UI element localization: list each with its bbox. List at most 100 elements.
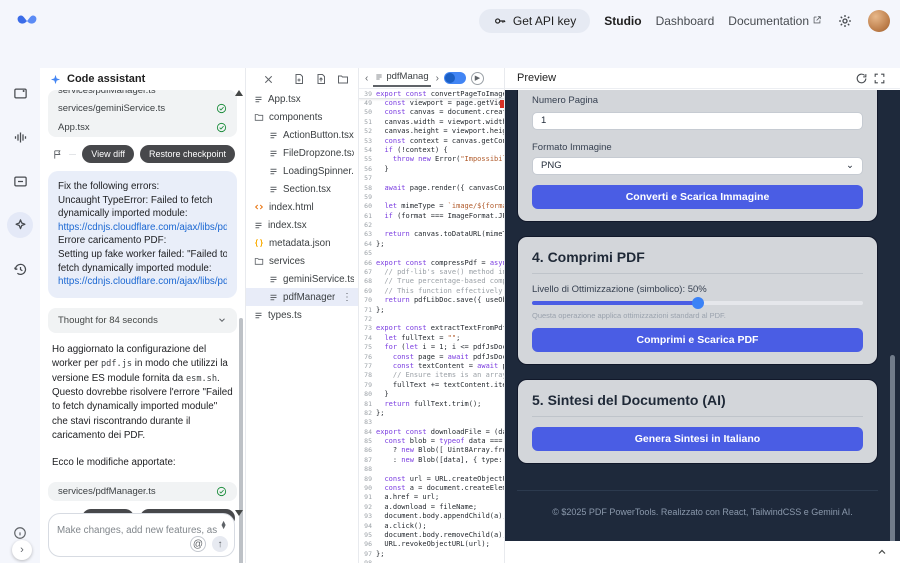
rail-history-icon[interactable]	[7, 256, 33, 282]
edited-file-row[interactable]: services/geminiService.ts	[48, 99, 237, 118]
add-file-icon[interactable]	[291, 72, 306, 87]
next-file-icon[interactable]: ›	[436, 73, 439, 84]
code-line-92[interactable]: 92 a.download = fileName;	[359, 503, 504, 512]
code-line-87[interactable]: 87 : new Blob([data], { type: mi	[359, 456, 504, 465]
page-number-input[interactable]	[532, 111, 863, 130]
restore-checkpoint-button[interactable]: Restore checkpoint	[139, 145, 235, 163]
prev-file-icon[interactable]: ‹	[365, 73, 368, 84]
tree-item-actionbutton-tsx[interactable]: ActionButton.tsx	[246, 126, 358, 144]
tree-item-app-tsx[interactable]: App.tsx	[246, 90, 358, 108]
optimization-slider[interactable]	[532, 296, 863, 309]
thought-accordion[interactable]: Thought for 84 seconds	[48, 307, 237, 333]
code-line-89[interactable]: 89 const url = URL.createObjectURL	[359, 475, 504, 484]
code-line-66[interactable]: 66export const compressPdf = async	[359, 259, 504, 268]
code-line-60[interactable]: 60 let mimeType = `image/${format}	[359, 202, 504, 211]
code-line-59[interactable]: 59	[359, 193, 504, 202]
refresh-icon[interactable]	[852, 69, 870, 87]
code-line-50[interactable]: 50 const canvas = document.create	[359, 108, 504, 117]
code-line-64[interactable]: 64};	[359, 240, 504, 249]
flag-icon[interactable]	[52, 149, 63, 160]
code-line-74[interactable]: 74 let fullText = "";	[359, 334, 504, 343]
tree-item-section-tsx[interactable]: Section.tsx	[246, 180, 358, 198]
code-line-95[interactable]: 95 document.body.removeChild(a);	[359, 531, 504, 540]
code-line-79[interactable]: 79 fullText += textContent.items	[359, 381, 504, 390]
code-line-62[interactable]: 62	[359, 221, 504, 230]
code-line-68[interactable]: 68 // True percentage-based compre	[359, 277, 504, 286]
scroll-top-button[interactable]	[876, 546, 888, 558]
tree-item-index-html[interactable]: index.html	[246, 198, 358, 216]
code-line-90[interactable]: 90 const a = document.createElemen	[359, 484, 504, 493]
convert-download-button[interactable]: Converti e Scarica Immagine	[532, 184, 863, 209]
tree-item-types-ts[interactable]: types.ts	[246, 306, 358, 324]
upload-file-icon[interactable]	[313, 72, 328, 87]
close-icon[interactable]	[261, 72, 275, 86]
code-line-98[interactable]: 98	[359, 559, 504, 563]
input-scroll-arrows-icon[interactable]: ▲ ▼	[220, 520, 227, 531]
view-diff-button[interactable]: View diff	[82, 145, 134, 163]
edited-file-row[interactable]: App.tsx	[48, 118, 237, 137]
code-line-56[interactable]: 56 }	[359, 165, 504, 174]
rail-chat-icon[interactable]	[7, 80, 33, 106]
tree-item-components[interactable]: components	[246, 108, 358, 126]
code-line-83[interactable]: 83	[359, 418, 504, 427]
code-line-96[interactable]: 96 URL.revokeObjectURL(url);	[359, 540, 504, 549]
code-line-94[interactable]: 94 a.click();	[359, 522, 504, 531]
code-area[interactable]: 39 export const convertPageToImage 49 con…	[359, 89, 504, 563]
tree-item-pdfmanager-ts[interactable]: pdfManager.ts⋮	[246, 288, 358, 306]
chat-scrollbar[interactable]	[239, 318, 243, 563]
error-link[interactable]: https://cdnjs.cloudflare.com/ajax/libs/p…	[58, 221, 227, 235]
tree-item-loadingspinner-t-[interactable]: LoadingSpinner.t...	[246, 162, 358, 180]
compress-download-button[interactable]: Comprimi e Scarica PDF	[532, 327, 863, 352]
attach-button[interactable]: @	[190, 536, 206, 552]
add-folder-icon[interactable]	[335, 72, 350, 87]
fullscreen-icon[interactable]	[870, 69, 888, 87]
image-format-select[interactable]: PNG ⌄	[532, 156, 863, 175]
rail-apps-icon[interactable]	[7, 212, 33, 238]
code-line-91[interactable]: 91 a.href = url;	[359, 493, 504, 502]
code-line-97[interactable]: 97};	[359, 550, 504, 559]
code-line-55[interactable]: 55 throw new Error("Impossibile	[359, 155, 504, 164]
code-line-75[interactable]: 75 for (let i = 1; i <= pdfJsDoc.n	[359, 343, 504, 352]
edited-file-row[interactable]: services/pdfManager.ts	[48, 482, 237, 501]
code-line-69[interactable]: 69 // This function effectively re	[359, 287, 504, 296]
code-preview-toggle[interactable]	[443, 72, 466, 84]
code-line-53[interactable]: 53 const context = canvas.getConte	[359, 137, 504, 146]
code-line-67[interactable]: 67 // pdf-lib's save() method inhe	[359, 268, 504, 277]
code-line-78[interactable]: 78 // Ensure items is an array a	[359, 371, 504, 380]
nav-dashboard[interactable]: Dashboard	[656, 14, 715, 28]
code-line-82[interactable]: 82};	[359, 409, 504, 418]
tree-item-filedropzone-tsx[interactable]: FileDropzone.tsx	[246, 144, 358, 162]
chat-input-box[interactable]: ▲▼ @ ↑	[48, 513, 235, 557]
generate-summary-button[interactable]: Genera Sintesi in Italiano	[532, 426, 863, 451]
user-avatar[interactable]	[868, 10, 890, 32]
tree-item-metadata-json[interactable]: metadata.json	[246, 234, 358, 252]
code-line-52[interactable]: 52 canvas.height = viewport.height	[359, 127, 504, 136]
tree-item-index-tsx[interactable]: index.tsx	[246, 216, 358, 234]
get-api-key-button[interactable]: Get API key	[478, 9, 591, 33]
preview-scrollbar[interactable]	[890, 355, 895, 541]
code-line-77[interactable]: 77 const textContent = await pag	[359, 362, 504, 371]
expand-rail-button[interactable]: ›	[12, 540, 32, 560]
tree-item-geminiservice-ts[interactable]: geminiService.ts	[246, 270, 358, 288]
chat-scroll-down[interactable]	[235, 510, 243, 516]
code-line-85[interactable]: 85 const blob = typeof data === 's	[359, 437, 504, 446]
code-line-70[interactable]: 70 return pdfLibDoc.save({ useObje	[359, 296, 504, 305]
code-line-65[interactable]: 65	[359, 249, 504, 258]
code-line-84[interactable]: 84export const downloadFile = (data	[359, 428, 504, 437]
code-line-86[interactable]: 86 ? new Blob([ Uint8Array.from(	[359, 446, 504, 455]
chat-input[interactable]	[57, 525, 217, 536]
nav-documentation[interactable]: Documentation	[728, 14, 822, 28]
code-line-51[interactable]: 51 canvas.width = viewport.width;	[359, 118, 504, 127]
code-line-49[interactable]: 49 const viewport = page.getViewp	[359, 99, 504, 108]
code-line-73[interactable]: 73export const extractTextFromPdf =	[359, 324, 504, 333]
gemini-logo-icon[interactable]	[16, 10, 38, 32]
code-line-80[interactable]: 80 }	[359, 390, 504, 399]
code-line-54[interactable]: 54 if (!context) {	[359, 146, 504, 155]
nav-studio[interactable]: Studio	[604, 14, 641, 28]
code-line-93[interactable]: 93 document.body.appendChild(a);	[359, 512, 504, 521]
code-line-81[interactable]: 81 return fullText.trim();	[359, 400, 504, 409]
code-line-57[interactable]: 57	[359, 174, 504, 183]
rail-voice-icon[interactable]	[7, 124, 33, 150]
run-button[interactable]: ▶	[470, 71, 484, 85]
code-line-72[interactable]: 72	[359, 315, 504, 324]
